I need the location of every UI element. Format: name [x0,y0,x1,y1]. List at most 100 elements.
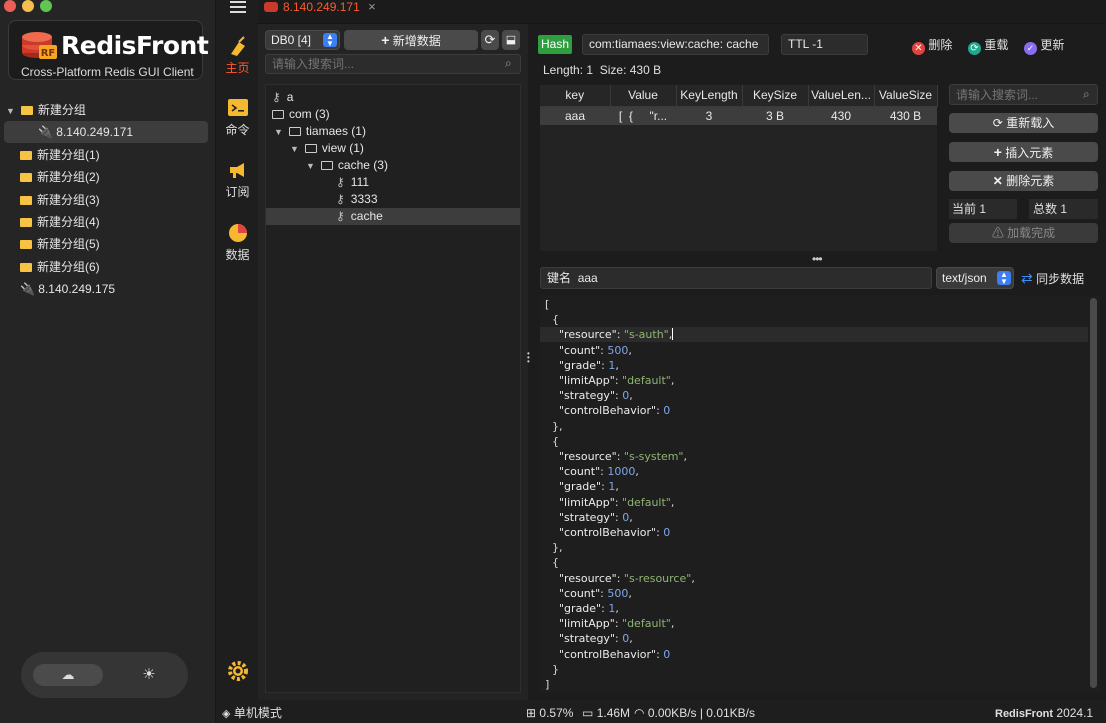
window-close-button[interactable] [4,0,16,12]
sun-icon: ☀ [142,666,156,683]
current-page-value: 1 [979,202,987,216]
connection-group[interactable]: 新建分组(6) [20,256,100,278]
search-icon[interactable]: ⌕ [505,56,512,71]
table-header: key Value KeyLength KeySize ValueLen... Value… [540,85,938,107]
key-folder[interactable]: com (3) [266,106,520,123]
cleanup-button[interactable]: ⬓ [502,30,520,50]
connection-group[interactable]: 新建分组(2) [20,166,100,188]
app-window: RF RedisFront Cross-Platform Redis GUI C… [0,0,1106,723]
type-badge: Hash [538,35,572,54]
delete-icon: ✕ [912,42,925,55]
nav-command-label: 命令 [225,123,250,137]
folder-icon [20,263,32,272]
json-editor[interactable]: [ { "resource": "s-auth", "count": 500, … [540,295,1100,693]
pie-chart-icon [228,224,247,242]
connection-group[interactable]: ▼ 新建分组 [6,99,86,121]
folder-open-icon [320,161,333,170]
settings-gear-icon[interactable] [227,660,249,682]
column-header[interactable]: KeyLength [676,85,743,107]
value-search-icon[interactable]: ⌕ [1083,87,1090,102]
key-folder[interactable]: ▼ cache (3) [266,157,520,174]
wifi-icon: ◠ [634,706,645,720]
reload-key-button[interactable]: ⟳ 重载 [968,36,1008,55]
code-line: "controlBehavior": 0 [559,526,671,539]
status-bar: ◈ 单机模式 ⊞ 0.57% ▭ 1.46M ◠ 0.00KB/s | 0.01… [217,703,1106,723]
key-folder[interactable]: ▼ view (1) [266,140,520,157]
refresh-button[interactable]: ⟳ [481,30,499,50]
nav-data[interactable]: 数据 [217,222,258,263]
split-handle-vertical[interactable]: • • • [527,350,531,366]
column-header[interactable]: Value [610,85,677,107]
app-name: RedisFront [61,31,209,60]
add-data-button[interactable]: + 新增数据 [344,30,478,50]
add-data-label: 新增数据 [392,34,441,48]
connection-group[interactable]: 新建分组(1) [20,144,100,166]
editor-scrollbar[interactable] [1090,298,1097,688]
key-item[interactable]: ⚷ 111 [266,174,520,191]
code-line: { [545,313,559,327]
delete-element-button[interactable]: ✕ 删除元素 [949,171,1098,191]
table-cell: [ { "r... [618,108,668,123]
sync-data-label: 同步数据 [1036,272,1085,286]
refresh-icon: ⟳ [484,32,496,47]
insert-plus-icon: + [993,144,1002,160]
chevron-down-icon: ▼ [6,106,15,116]
connection-group[interactable]: 新建分组(3) [20,189,100,211]
column-header[interactable]: KeySize [742,85,809,107]
key-folder[interactable]: ▼ tiamaes (1) [266,123,520,140]
field-name-input[interactable]: 键名 aaa [540,267,932,289]
key-search-input[interactable] [265,54,521,74]
megaphone-icon [229,163,244,178]
sync-data-button[interactable]: ⇄ 同步数据 [1021,270,1084,287]
db-select[interactable]: DB0 [4] ▲ ▼ [265,30,340,50]
code-line: "controlBehavior": 0 [559,404,671,418]
connection-server[interactable]: 🔌 8.140.249.175 [20,278,115,300]
split-handle-horizontal[interactable]: ••• [812,252,823,266]
window-maximize-button[interactable] [40,0,52,12]
column-header[interactable]: ValueLen... [808,85,875,107]
key-size: Size: 430 B [599,63,662,77]
value-search-input[interactable] [949,84,1098,105]
code-line: "resource": "s-system", [559,450,687,463]
delete-key-button[interactable]: ✕ 删除 [912,36,952,55]
connection-server[interactable]: 🔌 8.140.249.171 [4,121,208,143]
menu-icon[interactable] [230,1,246,13]
tab-server[interactable]: 8.140.249.171 × [264,0,376,14]
code-line: "limitApp": "default", [559,617,675,631]
insert-element-label: 插入元素 [1005,146,1054,160]
window-minimize-button[interactable] [22,0,34,12]
key-item[interactable]: ⚷ a [266,89,520,106]
tab-close-icon[interactable]: × [368,0,376,14]
insert-element-button[interactable]: + 插入元素 [949,142,1098,162]
column-header[interactable]: ValueSize [874,85,938,107]
light-theme-option[interactable]: ☀ [129,664,169,686]
key-item[interactable]: ⚷ cache [266,208,520,225]
connection-sidebar: RF RedisFront Cross-Platform Redis GUI C… [0,0,216,723]
redis-server-icon [264,2,278,12]
check-icon: ✓ [1024,42,1037,55]
code-line: { [545,556,559,570]
column-header[interactable]: key [540,85,611,107]
chevron-down-icon: ▼ [274,127,283,137]
nav-home[interactable]: 主页 [217,36,258,76]
dark-theme-option[interactable]: ☁ [33,664,103,686]
format-select[interactable]: text/json ▲ ▼ [936,267,1014,289]
reload-values-button[interactable]: ⟳ 重新载入 [949,113,1098,133]
folder-icon [20,240,32,249]
code-line: "limitApp": "default", [559,495,675,509]
table-row[interactable]: aaa [ { "r... 3 3 B 430 430 B [540,106,937,125]
key-icon: ⚷ [272,90,281,104]
connection-group[interactable]: 新建分组(4) [20,211,100,233]
nav-subscribe-label: 订阅 [225,185,250,199]
code-line: }, [545,541,563,555]
theme-switch[interactable]: ☁ ☀ [21,652,188,698]
code-line: "count": 500, [559,343,632,357]
connection-group[interactable]: 新建分组(5) [20,233,100,255]
ttl-field[interactable]: TTL -1 [781,34,868,55]
table-cell: 430 [830,108,852,123]
key-item[interactable]: ⚷ 3333 [266,191,520,208]
nav-subscribe[interactable]: 订阅 [217,160,258,200]
nav-command[interactable]: 命令 [217,98,258,138]
update-key-button[interactable]: ✓ 更新 [1024,36,1064,55]
key-name-field[interactable]: com:tiamaes:view:cache: cache [582,34,769,55]
